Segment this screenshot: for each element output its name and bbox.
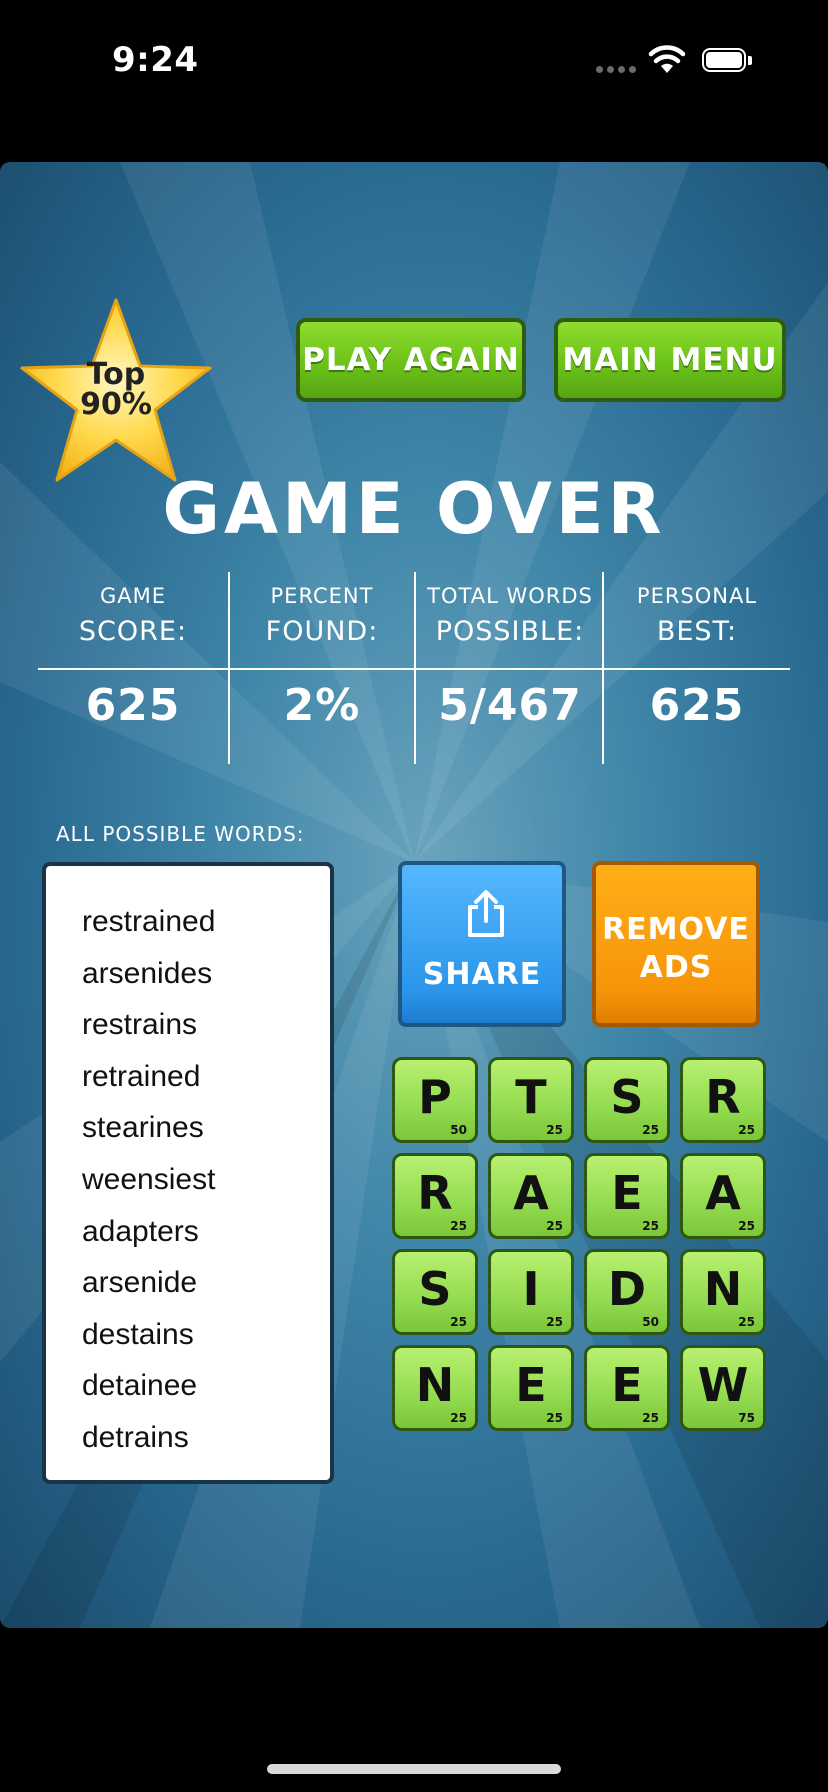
tile-letter: A [513, 1166, 549, 1220]
tile-points: 50 [642, 1315, 659, 1329]
stat-value: 2% [283, 680, 361, 731]
tile-letter: R [417, 1166, 453, 1220]
stats-table: GAME SCORE: 625 PERCENT FOUND: 2% TOTAL … [38, 572, 790, 764]
stat-label: PERSONAL [636, 584, 758, 608]
tile-points: 25 [546, 1315, 563, 1329]
all-possible-words-label: ALL POSSIBLE WORDS: [56, 822, 305, 846]
tile-points: 25 [738, 1219, 755, 1233]
tile-points: 75 [738, 1411, 755, 1425]
stat-label: POSSIBLE: [435, 616, 585, 647]
list-item: arsenides [82, 956, 213, 990]
list-item: weensiest [82, 1162, 216, 1196]
letter-tile[interactable]: N 25 [392, 1345, 478, 1431]
tile-letter: A [705, 1166, 741, 1220]
rank-badge: Top 90% [18, 360, 214, 420]
stats-divider [414, 572, 416, 764]
tile-letter: E [611, 1166, 643, 1220]
tile-points: 25 [450, 1411, 467, 1425]
remove-ads-line2: ADS [639, 950, 713, 985]
letter-tile[interactable]: S 25 [584, 1057, 670, 1143]
letter-tile[interactable]: E 25 [488, 1345, 574, 1431]
remove-ads-button-label: REMOVE ADS [596, 911, 756, 987]
letter-tile[interactable]: N 25 [680, 1249, 766, 1335]
stat-value: 625 [649, 680, 745, 731]
list-item: stearines [82, 1111, 204, 1145]
stats-divider [228, 572, 230, 764]
cellular-signal-icon [596, 66, 638, 76]
share-icon [468, 890, 504, 937]
letter-tile[interactable]: A 25 [680, 1153, 766, 1239]
rank-badge-line1: Top [86, 357, 146, 392]
tile-letter: S [610, 1070, 644, 1124]
list-item: retrained [82, 1059, 201, 1093]
status-time: 9:24 [112, 40, 199, 80]
status-bar: 9:24 [0, 0, 828, 120]
stat-value: 5/467 [438, 680, 582, 731]
tile-letter: N [703, 1262, 743, 1316]
possible-words-list[interactable]: restrained arsenides restrains retrained… [42, 862, 334, 1484]
list-item: arsenide [82, 1266, 198, 1300]
letter-tile[interactable]: I 25 [488, 1249, 574, 1335]
remove-ads-line1: REMOVE [602, 912, 750, 947]
stats-divider [602, 572, 604, 764]
letter-tile[interactable]: R 25 [392, 1153, 478, 1239]
stat-label: FOUND: [265, 616, 379, 647]
list-item: restrained [82, 905, 216, 938]
stat-label: GAME [99, 584, 167, 608]
tile-letter: W [697, 1358, 749, 1412]
tile-points: 25 [642, 1411, 659, 1425]
tile-letter: S [418, 1262, 452, 1316]
list-item: detrains [82, 1420, 189, 1454]
letter-tile[interactable]: D 50 [584, 1249, 670, 1335]
letter-tile[interactable]: R 25 [680, 1057, 766, 1143]
tile-letter: N [415, 1358, 455, 1412]
battery-icon [702, 48, 752, 74]
tile-points: 25 [546, 1219, 563, 1233]
list-item: destains [82, 1317, 194, 1351]
tile-letter: E [611, 1358, 643, 1412]
tile-letter: D [607, 1262, 647, 1316]
tile-points: 25 [450, 1315, 467, 1329]
share-button[interactable]: SHARE [398, 861, 566, 1027]
stat-label: TOTAL WORDS [427, 584, 593, 608]
list-item: adapters [82, 1214, 199, 1248]
tile-points: 25 [738, 1123, 755, 1137]
main-menu-button[interactable]: MAIN MENU [554, 318, 786, 402]
tile-letter: E [515, 1358, 547, 1412]
page-title: GAME OVER [162, 468, 666, 550]
letter-tile[interactable]: T 25 [488, 1057, 574, 1143]
list-item: detainee [82, 1369, 198, 1403]
tile-points: 25 [738, 1315, 755, 1329]
stat-value: 625 [85, 680, 181, 731]
stat-label: BEST: [656, 616, 738, 647]
tile-points: 25 [546, 1411, 563, 1425]
tile-points: 25 [642, 1123, 659, 1137]
wifi-icon [648, 45, 686, 73]
tile-points: 50 [450, 1123, 467, 1137]
home-indicator[interactable] [267, 1764, 561, 1774]
letter-tile[interactable]: W 75 [680, 1345, 766, 1431]
game-over-screen: Top 90% PLAY AGAIN MAIN MENU GAME OVER G… [0, 162, 828, 1628]
tile-letter: P [418, 1070, 452, 1124]
letter-tile[interactable]: S 25 [392, 1249, 478, 1335]
tile-points: 25 [546, 1123, 563, 1137]
play-again-button[interactable]: PLAY AGAIN [296, 318, 526, 402]
tile-points: 25 [450, 1219, 467, 1233]
stat-label: PERCENT [270, 584, 374, 608]
letter-tile[interactable]: E 25 [584, 1153, 670, 1239]
tile-letter: R [705, 1070, 741, 1124]
letter-tile[interactable]: E 25 [584, 1345, 670, 1431]
letter-tile[interactable]: P 50 [392, 1057, 478, 1143]
stat-label: SCORE: [78, 616, 188, 647]
tile-letter: T [515, 1070, 547, 1124]
letter-tile[interactable]: A 25 [488, 1153, 574, 1239]
share-button-label: SHARE [422, 957, 542, 992]
rank-badge-line2: 90% [80, 387, 152, 422]
remove-ads-button[interactable]: REMOVE ADS [592, 861, 760, 1027]
tile-points: 25 [642, 1219, 659, 1233]
tile-letter: I [522, 1262, 540, 1316]
list-item: restrains [82, 1008, 198, 1042]
